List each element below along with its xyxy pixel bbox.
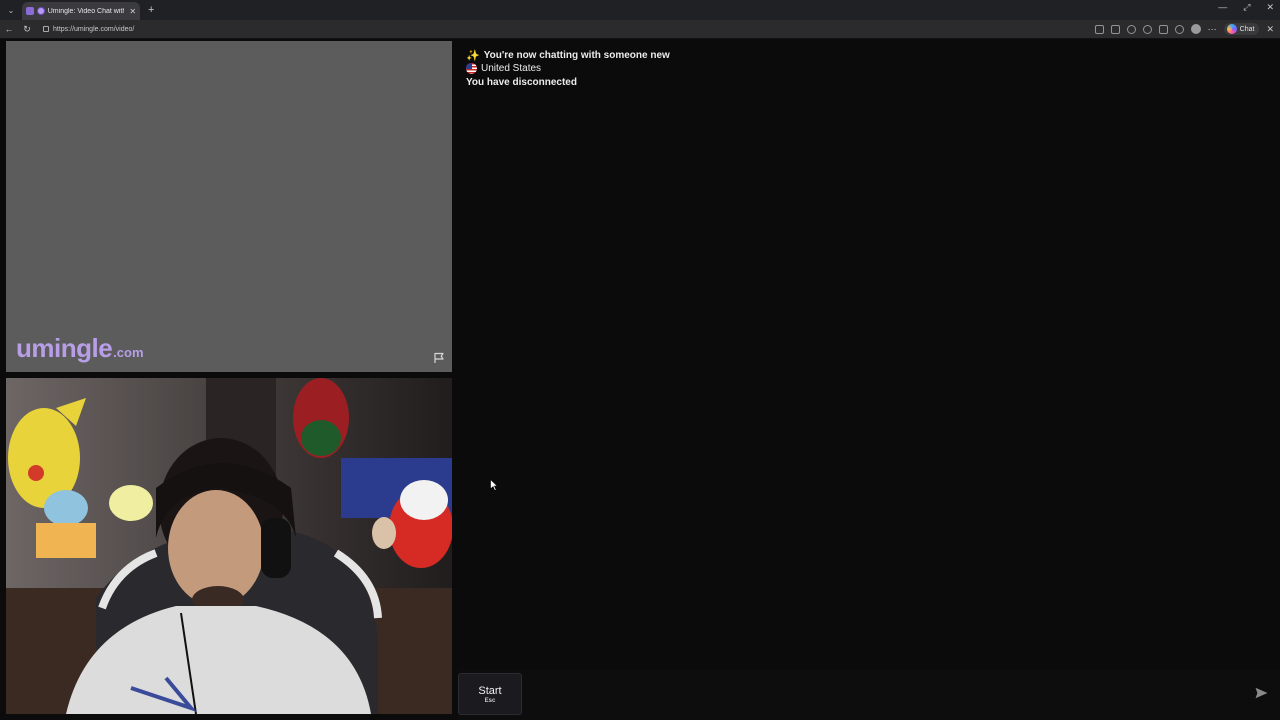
address-bar[interactable]: https://umingle.com/video/ <box>39 22 1089 37</box>
extensions-icon[interactable] <box>1158 24 1168 34</box>
start-shortcut-hint: Esc <box>484 697 496 704</box>
message-text: United States <box>481 63 542 74</box>
brand-main: umingle <box>16 333 113 363</box>
url-text[interactable]: https://umingle.com/video/ <box>53 26 134 33</box>
self-webcam-video <box>6 378 452 714</box>
refresh-icon[interactable]: ↻ <box>18 24 36 35</box>
sparkle-icon: ✨ <box>466 50 480 62</box>
back-icon[interactable]: ← <box>0 24 18 34</box>
mouse-cursor-icon <box>490 479 498 491</box>
message-text: You're now chatting with someone new <box>483 50 670 61</box>
system-message: ✨ You're now chatting with someone new <box>466 49 670 62</box>
star-icon[interactable] <box>1126 24 1136 34</box>
send-icon[interactable] <box>1255 687 1268 699</box>
us-flag-icon <box>466 63 477 74</box>
favorites-icon[interactable] <box>1174 24 1184 34</box>
sync-icon[interactable] <box>1142 24 1152 34</box>
brand-logo: umingle .com <box>16 333 144 364</box>
window-controls: — ⤢ ✕ <box>1218 2 1274 13</box>
system-message: United States <box>466 63 541 74</box>
close-sidebar-icon[interactable]: ✕ <box>1266 24 1274 35</box>
toolbar-tools: ⋯ Chat ✕ <box>1094 23 1274 35</box>
restore-icon[interactable]: ⤢ <box>1243 2 1250 13</box>
reader-icon[interactable] <box>1110 24 1120 34</box>
page: umingle .com ✨ You're now chatting with … <box>0 39 1280 720</box>
chat-log: ✨ You're now chatting with someone new U… <box>458 39 1280 667</box>
chat-controls: Start Esc <box>458 669 1280 720</box>
start-button[interactable]: Start Esc <box>458 673 522 715</box>
active-tab[interactable]: Umingle: Video Chat with Strangers ✕ <box>22 2 140 20</box>
start-label: Start <box>478 684 502 697</box>
browser-tab-strip: ⌄ Umingle: Video Chat with Strangers ✕ +… <box>0 0 1280 20</box>
tab-list-icon[interactable]: ⌄ <box>3 2 19 18</box>
close-icon[interactable]: ✕ <box>129 7 136 16</box>
report-flag-icon[interactable] <box>433 352 445 364</box>
tab-title: Umingle: Video Chat with Strangers <box>47 7 125 15</box>
minimize-icon[interactable]: — <box>1218 2 1227 13</box>
plus-icon[interactable]: + <box>148 4 154 16</box>
system-message: You have disconnected <box>466 77 577 88</box>
copilot-button[interactable]: Chat <box>1223 23 1260 35</box>
brand-tld: .com <box>113 345 144 360</box>
workspace-icon <box>26 7 34 15</box>
chat-message-input[interactable] <box>528 673 1238 715</box>
browser-toolbar: ← ↻ https://umingle.com/video/ ⋯ Chat ✕ <box>0 20 1280 39</box>
copilot-label: Chat <box>1239 25 1255 33</box>
favicon <box>36 7 45 15</box>
more-icon[interactable]: ⋯ <box>1208 24 1217 35</box>
webcam-feed-image <box>6 378 452 714</box>
profile-icon[interactable] <box>1190 24 1201 34</box>
split-screen-icon[interactable] <box>1094 24 1104 34</box>
message-text: You have disconnected <box>466 77 577 88</box>
close-window-icon[interactable]: ✕ <box>1266 2 1274 13</box>
stranger-video: umingle .com <box>6 41 452 372</box>
copilot-icon <box>1226 24 1237 34</box>
lock-icon[interactable] <box>43 26 49 32</box>
